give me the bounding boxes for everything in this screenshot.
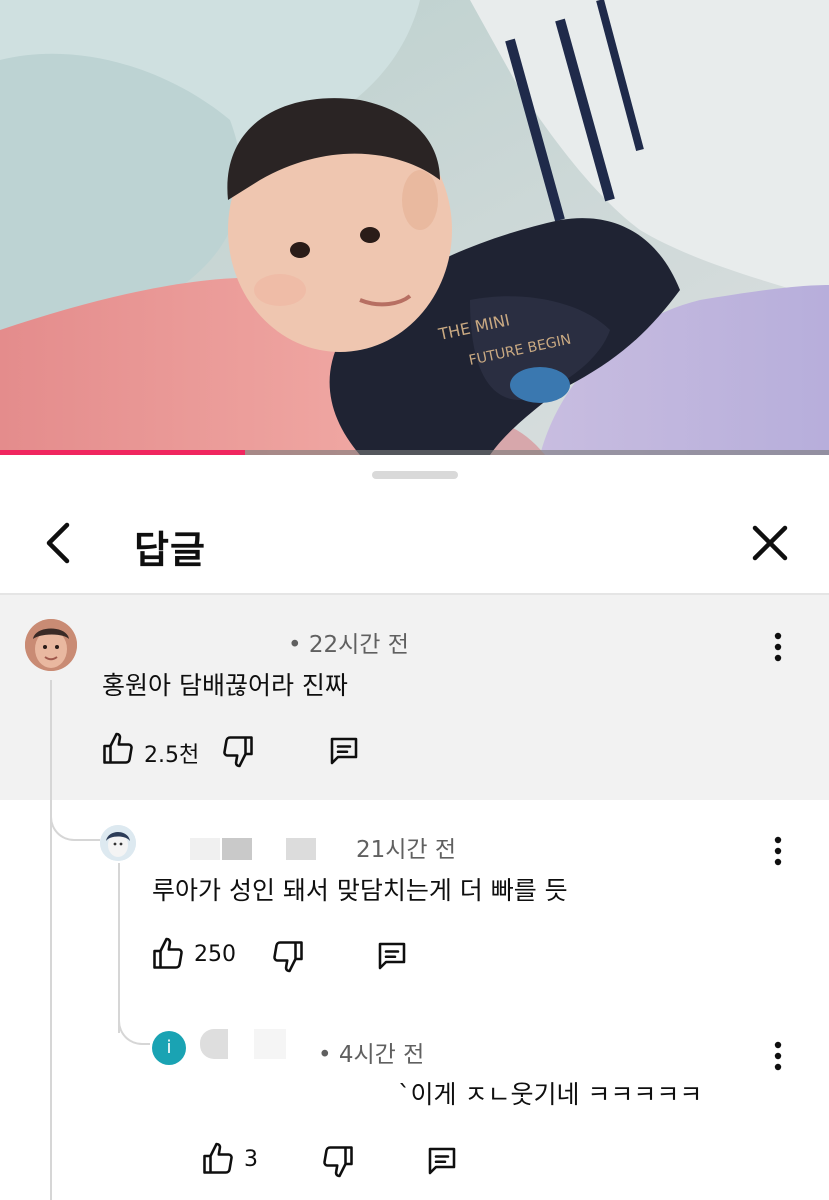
like-count: 2.5천 xyxy=(144,743,200,768)
reply-button[interactable] xyxy=(374,938,410,974)
dislike-button[interactable] xyxy=(320,1143,356,1179)
redacted-username xyxy=(286,838,316,860)
like-button[interactable] xyxy=(200,1141,236,1177)
thumbs-up-icon xyxy=(153,937,183,969)
thumbs-down-icon xyxy=(223,736,253,768)
video-player[interactable]: THE MINI FUTURE BEGIN xyxy=(0,0,829,455)
back-button[interactable] xyxy=(36,519,84,567)
sheet-title: 답글 xyxy=(134,528,206,572)
avatar[interactable]: i xyxy=(152,1031,186,1065)
comment-time: 21시간 전 xyxy=(356,837,457,863)
like-button[interactable] xyxy=(150,936,186,972)
kebab-icon xyxy=(774,836,782,866)
more-options-button[interactable] xyxy=(766,629,790,665)
avatar[interactable] xyxy=(25,619,77,671)
avatar[interactable] xyxy=(100,825,136,861)
replies-sheet: 답글 • 22시간 전 홍원아 담배끊어라 진짜 2.5천 21시간 전 루아가… xyxy=(0,455,829,1200)
reply-button[interactable] xyxy=(424,1143,460,1179)
avatar-letter: i xyxy=(166,1037,172,1058)
comment-text: 루아가 성인 돼서 맞담치는게 더 빠를 듯 xyxy=(152,876,568,905)
comment-icon xyxy=(428,1147,456,1175)
chevron-left-icon xyxy=(46,522,70,564)
close-icon xyxy=(752,525,788,561)
thumbs-up-icon xyxy=(203,1142,233,1174)
comment-icon xyxy=(378,942,406,970)
kebab-icon xyxy=(774,1041,782,1071)
reply-button[interactable] xyxy=(326,733,362,769)
more-options-button[interactable] xyxy=(766,1038,790,1074)
like-button[interactable] xyxy=(100,731,136,767)
avatar-image xyxy=(100,825,136,861)
more-options-button[interactable] xyxy=(766,833,790,869)
comment-time: • 22시간 전 xyxy=(288,632,409,658)
avatar-image xyxy=(25,619,77,671)
dislike-button[interactable] xyxy=(220,733,256,769)
thumbs-down-icon xyxy=(273,941,303,973)
thread-connector xyxy=(118,985,150,1045)
kebab-icon xyxy=(774,632,782,662)
comment-icon xyxy=(330,737,358,765)
close-button[interactable] xyxy=(746,519,794,567)
thumbs-up-icon xyxy=(103,732,133,764)
drag-handle[interactable] xyxy=(372,471,458,479)
redacted-username xyxy=(190,838,220,860)
thread-connector xyxy=(50,785,100,841)
thread-line xyxy=(50,845,52,1200)
comment-text: `이게 ㅈㄴ웃기네 ㅋㅋㅋㅋㅋ xyxy=(398,1080,703,1109)
dislike-button[interactable] xyxy=(270,938,306,974)
redacted-username xyxy=(254,1029,286,1059)
comment-time: • 4시간 전 xyxy=(318,1042,425,1068)
redacted-username xyxy=(222,838,252,860)
thumbs-down-icon xyxy=(323,1146,353,1178)
video-frame: THE MINI FUTURE BEGIN xyxy=(0,0,829,455)
comment-text: 홍원아 담배끊어라 진짜 xyxy=(102,671,348,700)
redacted-username xyxy=(200,1029,228,1059)
like-count: 250 xyxy=(194,942,236,967)
like-count: 3 xyxy=(244,1147,258,1172)
